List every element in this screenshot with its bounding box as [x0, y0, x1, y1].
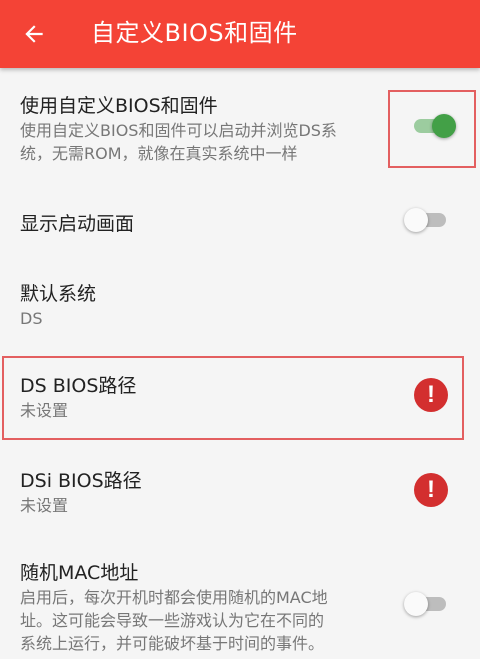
back-button[interactable] [16, 16, 52, 52]
switch-thumb [404, 592, 428, 616]
setting-random-mac[interactable]: 随机MAC地址 启用后，每次开机时都会使用随机的MAC地 址。这可能会导致一些游… [0, 544, 480, 659]
setting-default-system[interactable]: 默认系统 DS [0, 256, 480, 344]
arrow-left-icon [25, 25, 43, 43]
setting-value: DS [20, 309, 43, 328]
settings-list: 使用自定义BIOS和固件 使用自定义BIOS和固件可以启动并浏览DS系 统，无需… [0, 68, 480, 659]
setting-description-line1: 使用自定义BIOS和固件可以启动并浏览DS系 [20, 121, 337, 140]
setting-ds-bios-path[interactable]: DS BIOS路径 未设置 ! [0, 359, 480, 439]
setting-dsi-bios-path[interactable]: DSi BIOS路径 未设置 ! [0, 452, 480, 532]
error-icon: ! [414, 473, 448, 507]
setting-title: DSi BIOS路径 [20, 470, 142, 492]
setting-title: 显示启动画面 [20, 213, 135, 235]
setting-title: 使用自定义BIOS和固件 [20, 95, 218, 117]
error-icon: ! [414, 378, 448, 412]
page-title: 自定义BIOS和固件 [91, 19, 298, 47]
app-bar: 自定义BIOS和固件 [0, 0, 480, 68]
setting-title: 默认系统 [20, 283, 97, 305]
setting-description-line2: 统，无需ROM，就像在真实系统中一样 [20, 144, 298, 163]
setting-description-line3: 系统上运行，并可能破坏基于时间的事件。 [20, 634, 325, 653]
custom-bios-switch[interactable] [412, 112, 456, 140]
switch-thumb [404, 208, 428, 232]
setting-show-boot-screen[interactable]: 显示启动画面 [0, 186, 480, 256]
setting-custom-bios[interactable]: 使用自定义BIOS和固件 使用自定义BIOS和固件可以启动并浏览DS系 统，无需… [0, 68, 480, 186]
setting-description-line2: 址。这可能会导致一些游戏认为它在不同的 [20, 611, 325, 630]
setting-title: 随机MAC地址 [20, 562, 139, 584]
setting-description-line1: 启用后，每次开机时都会使用随机的MAC地 [20, 588, 328, 607]
boot-screen-switch[interactable] [404, 206, 448, 234]
setting-value: 未设置 [20, 401, 69, 420]
random-mac-switch[interactable] [404, 590, 448, 618]
setting-value: 未设置 [20, 496, 69, 515]
setting-title: DS BIOS路径 [20, 375, 137, 397]
switch-thumb [432, 114, 456, 138]
